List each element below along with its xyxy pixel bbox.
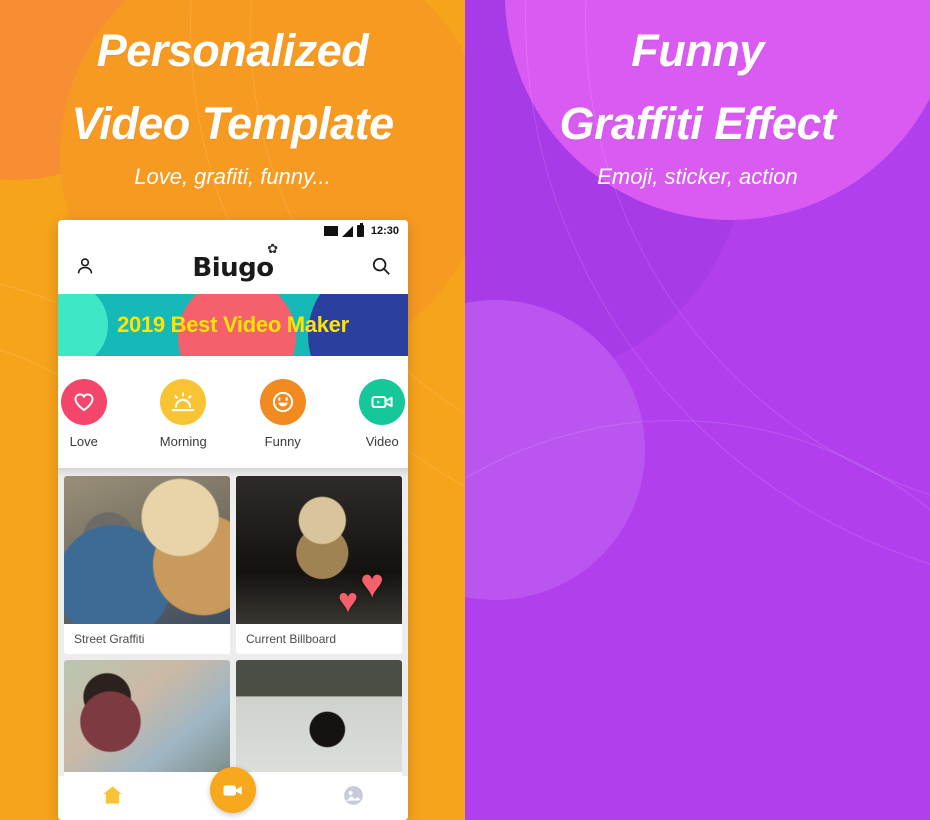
heart-icon: [60, 379, 107, 425]
promo-screenshot: Personalized Video Template Love, grafit…: [0, 0, 930, 820]
signal-icon: [341, 225, 353, 237]
right-subtitle: Emoji, sticker, action: [597, 164, 798, 189]
category-label: Funny: [264, 434, 301, 449]
bottom-nav: [58, 767, 408, 820]
category-card: Love Morning Funny Video: [58, 360, 408, 468]
category-video[interactable]: Video: [345, 379, 408, 449]
search-icon[interactable]: [370, 255, 392, 282]
left-title-line1: Personalized: [96, 25, 369, 76]
template-caption: Street Graffiti: [74, 632, 145, 646]
template-thumbnail: [236, 660, 402, 772]
battery-icon: [356, 223, 364, 237]
app-header: Biugo ✿: [58, 242, 408, 294]
left-promo-panel: Personalized Video Template Love, grafit…: [0, 0, 465, 820]
banner-text: 2019 Best Video Maker: [117, 312, 349, 337]
left-subtitle: Love, grafiti, funny...: [134, 164, 331, 189]
sunrise-icon: [160, 379, 207, 425]
category-label: Video: [365, 434, 399, 449]
right-title-line1: Funny: [631, 25, 764, 76]
heart-sticker: ♥: [360, 562, 384, 606]
template-thumbnail: [64, 476, 230, 624]
decor-arc: [465, 420, 930, 820]
decor-blob: [465, 300, 645, 600]
promo-banner[interactable]: 2019 Best Video Maker: [58, 294, 408, 356]
home-icon[interactable]: [100, 783, 125, 813]
bee-icon: ✿: [267, 242, 278, 257]
right-promo-panel: Funny Graffiti Effect Emoji, sticker, ac…: [465, 0, 930, 820]
template-card[interactable]: ♥ ♥ Current Billboard: [236, 476, 402, 654]
smiley-icon: [259, 379, 306, 425]
category-love[interactable]: Love: [58, 379, 121, 449]
right-headline-block: Funny Graffiti Effect Emoji, sticker, ac…: [465, 0, 930, 190]
app-logo-text: Biugo: [192, 253, 274, 283]
template-thumbnail: ♥ ♥: [236, 476, 402, 624]
template-card[interactable]: Street Graffiti: [64, 476, 230, 654]
create-video-fab[interactable]: [209, 767, 256, 813]
gallery-icon[interactable]: [341, 783, 366, 813]
category-label: Morning: [159, 434, 207, 449]
heart-sticker: ♥: [337, 582, 358, 620]
category-morning[interactable]: Morning: [146, 379, 220, 449]
template-caption: Current Billboard: [246, 632, 337, 646]
category-label: Love: [69, 434, 98, 449]
category-funny[interactable]: Funny: [246, 379, 320, 449]
left-phone-mockup: 12:30 Biugo ✿ 2019 Best Video Maker Stre…: [58, 220, 408, 820]
left-headline-block: Personalized Video Template Love, grafit…: [0, 0, 465, 190]
right-title-line2: Graffiti Effect: [559, 98, 836, 149]
left-title-line2: Video Template: [71, 98, 394, 149]
status-bar: 12:30: [58, 220, 408, 242]
wifi-icon: [323, 226, 338, 236]
camera-icon: [359, 379, 406, 425]
profile-icon[interactable]: [74, 255, 96, 282]
status-time: 12:30: [370, 225, 399, 237]
app-logo: Biugo ✿: [192, 242, 278, 283]
template-thumbnail: [64, 660, 230, 772]
